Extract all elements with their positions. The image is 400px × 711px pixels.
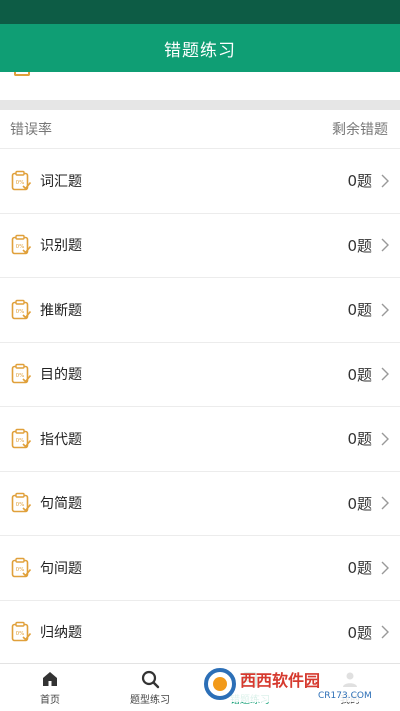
row-count: 0题 — [347, 301, 372, 320]
badge-text: 0% — [16, 502, 25, 508]
home-icon — [43, 672, 57, 686]
row-count: 0题 — [347, 559, 372, 578]
nav-profile[interactable]: 我的 — [300, 664, 400, 711]
list-item[interactable]: 0% 归纳题 0题 — [0, 601, 400, 665]
row-count: 0题 — [347, 494, 372, 513]
chevron-right-icon — [381, 432, 389, 446]
list-item[interactable]: 0% 指代题 0题 — [0, 407, 400, 472]
nav-wrong-questions-label: 错题练习 — [230, 695, 270, 706]
badge-text: 0% — [16, 567, 25, 573]
percent-clipboard-icon: 0% — [11, 428, 32, 449]
percent-clipboard-icon: 0% — [11, 299, 32, 320]
chevron-right-icon — [381, 561, 389, 575]
row-label: 目的题 — [40, 367, 82, 384]
wrong-questions-icon — [243, 672, 257, 687]
nav-question-types-label: 题型练习 — [130, 695, 170, 706]
nav-home-label: 首页 — [40, 695, 60, 706]
row-label: 指代题 — [40, 431, 82, 448]
row-count: 0题 — [347, 623, 372, 642]
percent-clipboard-icon: 0% — [11, 622, 32, 642]
list-item[interactable]: 0% 句间题 0题 — [0, 536, 400, 601]
profile-icon — [343, 672, 357, 687]
row-label: 识别题 — [40, 238, 82, 255]
badge-text: 0% — [16, 244, 25, 250]
badge-text: 0% — [16, 438, 25, 444]
row-label: 归纳题 — [40, 625, 82, 642]
question-type-list: 0% 词汇题 0题 0% 识别题 0题 0% 推断题 0题 0% 目的题 0题 … — [0, 149, 400, 665]
list-item[interactable]: 0% 句简题 0题 — [0, 472, 400, 536]
list-header: 错误率 剩余错题 — [0, 110, 400, 149]
list-item[interactable]: 0% 识别题 0题 — [0, 214, 400, 278]
chevron-right-icon — [381, 303, 389, 317]
row-label: 句简题 — [40, 496, 82, 513]
row-label: 推断题 — [40, 302, 82, 319]
badge-text: 0% — [16, 309, 25, 315]
chevron-right-icon — [381, 496, 389, 510]
nav-home[interactable]: 首页 — [0, 664, 100, 711]
status-bar — [0, 0, 400, 24]
chevron-right-icon — [381, 174, 389, 188]
badge-text: 0% — [16, 180, 25, 186]
page-title: 错题练习 — [164, 40, 236, 61]
bottom-nav: 首页 题型练习 错题练习 我的 — [0, 663, 400, 711]
list-item[interactable]: 0% 词汇题 0题 — [0, 149, 400, 214]
percent-clipboard-icon: 0% — [11, 557, 32, 578]
list-item[interactable]: 0% 推断题 0题 — [0, 278, 400, 343]
remaining-header: 剩余错题 — [332, 122, 388, 138]
title-bar: 错题练习 — [0, 24, 400, 72]
row-count: 0题 — [347, 365, 372, 384]
percent-clipboard-icon: 0% — [11, 235, 32, 255]
chevron-right-icon — [381, 238, 389, 252]
error-rate-header: 错误率 — [10, 122, 52, 138]
row-count: 0题 — [347, 236, 372, 255]
chevron-right-icon — [381, 367, 389, 381]
badge-text: 0% — [16, 631, 25, 637]
search-icon — [141, 670, 160, 689]
row-count: 0题 — [347, 172, 372, 191]
chevron-right-icon — [381, 625, 389, 639]
nav-question-types[interactable]: 题型练习 — [100, 664, 200, 711]
row-count: 0题 — [347, 430, 372, 449]
row-label: 词汇题 — [40, 173, 82, 190]
row-label: 句间题 — [40, 560, 82, 577]
badge-text: 0% — [16, 373, 25, 379]
top-strip — [0, 72, 400, 100]
percent-clipboard-icon: 0% — [11, 170, 32, 191]
nav-wrong-questions[interactable]: 错题练习 — [200, 664, 300, 711]
clipboard-icon — [14, 72, 30, 76]
percent-clipboard-icon: 0% — [11, 493, 32, 513]
list-item[interactable]: 0% 目的题 0题 — [0, 343, 400, 407]
section-divider — [0, 100, 400, 110]
percent-clipboard-icon: 0% — [11, 364, 32, 384]
nav-profile-label: 我的 — [340, 695, 360, 706]
